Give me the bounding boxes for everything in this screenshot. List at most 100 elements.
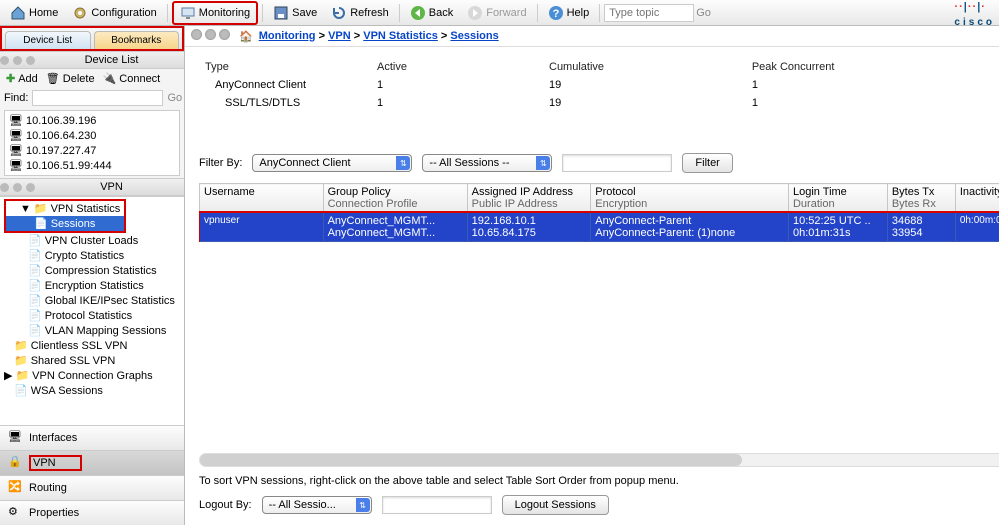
forward-icon <box>467 5 483 21</box>
home-label: Home <box>29 7 58 19</box>
tree-vlan[interactable]: 📄 VLAN Mapping Sessions <box>0 323 184 338</box>
monitoring-button[interactable]: Monitoring <box>172 1 258 25</box>
chevron-updown-icon: ⇅ <box>396 156 410 170</box>
device-list: 🖥10.106.39.196 🖥10.106.64.230 🖥10.197.22… <box>4 110 180 176</box>
stat-icon: 📄 <box>14 384 28 397</box>
forward-button[interactable]: Forward <box>461 3 532 23</box>
find-input[interactable] <box>32 90 163 106</box>
find-go[interactable]: Go <box>167 92 182 104</box>
col-type: Type <box>201 59 371 75</box>
delete-button[interactable]: 🗑Delete <box>46 72 95 85</box>
device-item[interactable]: 🖥10.106.64.230 <box>5 128 179 143</box>
home-icon <box>10 5 26 21</box>
monitoring-label: Monitoring <box>199 7 250 19</box>
logoutby-select[interactable]: -- All Sessio...⇅ <box>262 496 372 514</box>
stat-icon: 📄 <box>28 264 42 277</box>
filter-text-input[interactable] <box>562 154 672 172</box>
session-row[interactable]: vpnuser AnyConnect_MGMT...AnyConnect_MGM… <box>200 213 999 242</box>
separator <box>399 4 400 22</box>
cat-vpn[interactable]: 🔒VPN <box>0 450 184 475</box>
cisco-logo: ··|··|· cisco <box>954 0 995 28</box>
vpn-tree: ▼ 📁 VPN Statistics 📄 Sessions 📄 VPN Clus… <box>0 196 184 425</box>
sessions-icon: 📄 <box>34 217 48 230</box>
connect-button[interactable]: 🔌Connect <box>103 72 161 85</box>
filter-label: Filter By: <box>199 157 242 169</box>
home-button[interactable]: Home <box>4 3 64 23</box>
stat-icon: 📄 <box>28 294 42 307</box>
device-item[interactable]: 🖥10.106.39.196 <box>5 113 179 128</box>
separator <box>262 4 263 22</box>
summary-row: AnyConnect Client 1 19 1 0 <box>201 77 999 93</box>
col-cumulative: Cumulative <box>545 59 746 75</box>
search-go[interactable]: Go <box>696 7 711 19</box>
filter-row: Filter By: AnyConnect Client⇅ -- All Ses… <box>199 153 999 173</box>
devicelist-header: Device List <box>0 51 184 69</box>
back-label: Back <box>429 7 453 19</box>
find-label: Find: <box>4 92 28 104</box>
tab-bookmarks[interactable]: Bookmarks <box>94 31 180 49</box>
device-item[interactable]: 🖥10.197.227.47 <box>5 143 179 158</box>
save-label: Save <box>292 7 317 19</box>
config-button[interactable]: Configuration <box>66 3 162 23</box>
scrollbar-thumb[interactable] <box>200 454 742 466</box>
cat-properties[interactable]: ⚙Properties <box>0 500 184 525</box>
cat-interfaces[interactable]: 🖥Interfaces <box>0 425 184 450</box>
right-panel: 🏠 Monitoring > VPN > VPN Statistics > Se… <box>185 26 999 525</box>
tree-cluster[interactable]: 📄 VPN Cluster Loads <box>0 233 184 248</box>
h-scrollbar[interactable] <box>199 453 999 467</box>
tree-compression[interactable]: 📄 Compression Statistics <box>0 263 184 278</box>
folder-icon: 📁 <box>14 354 28 367</box>
tree-conn-graphs[interactable]: ▶ 📁 VPN Connection Graphs <box>0 368 184 383</box>
tree-crypto[interactable]: 📄 Crypto Statistics <box>0 248 184 263</box>
separator <box>167 4 168 22</box>
sessions-table[interactable]: Username Group PolicyConnection Profile … <box>199 183 999 242</box>
tree-wsa[interactable]: 📄 WSA Sessions <box>0 383 184 398</box>
filter-type-select[interactable]: AnyConnect Client⇅ <box>252 154 412 172</box>
device-icon: 🖥 <box>9 114 23 127</box>
tree-protocol[interactable]: 📄 Protocol Statistics <box>0 308 184 323</box>
back-button[interactable]: Back <box>404 3 459 23</box>
search-input[interactable] <box>604 4 694 22</box>
device-item[interactable]: 🖥10.106.51.99:444 <box>5 158 179 173</box>
refresh-button[interactable]: Refresh <box>325 3 395 23</box>
connect-icon: 🔌 <box>103 72 117 85</box>
tree-encryption[interactable]: 📄 Encryption Statistics <box>0 278 184 293</box>
filter-button[interactable]: Filter <box>682 153 732 173</box>
back-icon <box>410 5 426 21</box>
hint-text: To sort VPN sessions, right-click on the… <box>199 475 999 487</box>
trash-icon: 🗑 <box>46 72 60 85</box>
config-label: Configuration <box>91 7 156 19</box>
left-panel: Device List Bookmarks Device List ✚Add 🗑… <box>0 26 185 525</box>
tree-clientless[interactable]: 📁 Clientless SSL VPN <box>0 338 184 353</box>
tree-ike[interactable]: 📄 Global IKE/IPsec Statistics <box>0 293 184 308</box>
nav-controls[interactable] <box>191 29 233 43</box>
home-small-icon[interactable]: 🏠 <box>239 30 253 43</box>
help-label: Help <box>567 7 590 19</box>
add-button[interactable]: ✚Add <box>6 72 38 85</box>
tree-sessions[interactable]: 📄 Sessions <box>6 216 124 231</box>
vpn-icon: 🔒 <box>8 455 24 471</box>
logoutby-input[interactable] <box>382 496 492 514</box>
filter-sessions-select[interactable]: -- All Sessions --⇅ <box>422 154 552 172</box>
logout-sessions-button[interactable]: Logout Sessions <box>502 495 609 515</box>
col-active: Active <box>373 59 543 75</box>
crumb-vpn[interactable]: VPN <box>328 30 351 42</box>
cat-routing[interactable]: 🔀Routing <box>0 475 184 500</box>
monitor-icon <box>180 5 196 21</box>
tree-shared[interactable]: 📁 Shared SSL VPN <box>0 353 184 368</box>
crumb-vpnstats[interactable]: VPN Statistics <box>363 30 438 42</box>
device-icon: 🖥 <box>9 144 23 157</box>
help-button[interactable]: ? Help <box>542 3 596 23</box>
crumb-sessions[interactable]: Sessions <box>450 30 498 42</box>
crumb-monitoring[interactable]: Monitoring <box>259 30 316 42</box>
stat-icon: 📄 <box>28 279 42 292</box>
save-button[interactable]: Save <box>267 3 323 23</box>
sessions-header: Username Group PolicyConnection Profile … <box>200 184 999 213</box>
tree-vpn-statistics[interactable]: ▼ 📁 VPN Statistics <box>6 201 124 216</box>
plus-icon: ✚ <box>6 72 15 85</box>
separator <box>537 4 538 22</box>
find-row: Find: Go <box>0 88 184 108</box>
left-tabs: Device List Bookmarks <box>0 26 184 51</box>
save-icon <box>273 5 289 21</box>
tab-devicelist[interactable]: Device List <box>5 31 91 49</box>
